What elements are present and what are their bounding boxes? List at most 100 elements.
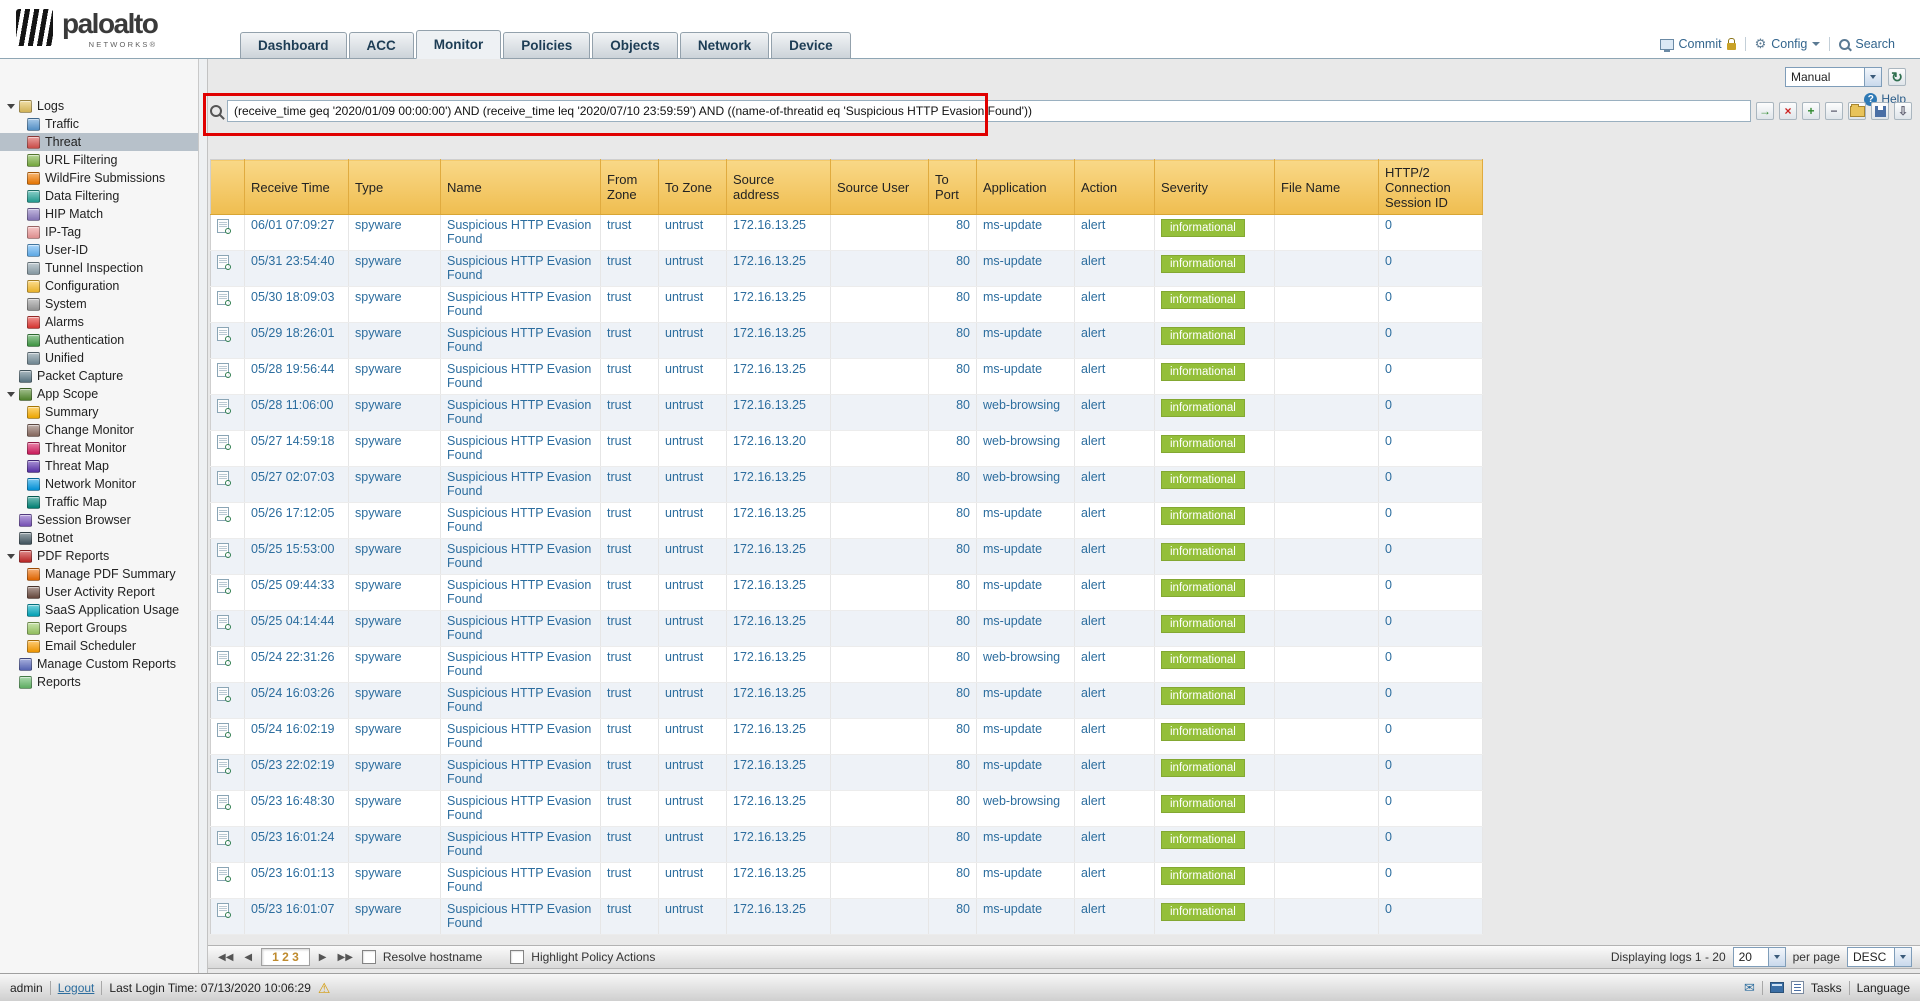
to-zone-value[interactable]: untrust [665,758,703,772]
from-zone-value[interactable]: trust [607,686,631,700]
receive-time-value[interactable]: 05/23 22:02:19 [251,758,334,772]
from-zone-value[interactable]: trust [607,362,631,376]
tab-device[interactable]: Device [771,32,851,59]
name-value[interactable]: Suspicious HTTP Evasion Found [447,650,591,678]
receive-time-value[interactable]: 05/23 16:48:30 [251,794,334,808]
sidebar-item-network-monitor[interactable]: Network Monitor [0,475,198,493]
source-address-value[interactable]: 172.16.13.25 [733,650,806,664]
resolve-hostname-checkbox[interactable] [362,950,376,964]
column-header-to-zone[interactable]: To Zone [659,160,727,215]
column-header-receive-time[interactable]: Receive Time [245,160,349,215]
to-zone-value[interactable]: untrust [665,254,703,268]
source-address-value[interactable]: 172.16.13.25 [733,614,806,628]
action-value[interactable]: alert [1081,686,1105,700]
from-zone-value[interactable]: trust [607,506,631,520]
to-port-value[interactable]: 80 [956,686,970,700]
sidebar-item-data-filtering[interactable]: Data Filtering [0,187,198,205]
http2-session-id-value[interactable]: 0 [1385,902,1392,916]
source-address-value[interactable]: 172.16.13.25 [733,218,806,232]
log-detail-icon[interactable] [217,471,229,485]
tab-objects[interactable]: Objects [592,32,678,59]
type-value[interactable]: spyware [355,362,402,376]
application-value[interactable]: ms-update [983,830,1042,844]
log-detail-icon[interactable] [217,759,229,773]
type-value[interactable]: spyware [355,758,402,772]
to-port-value[interactable]: 80 [956,902,970,916]
application-value[interactable]: ms-update [983,326,1042,340]
from-zone-value[interactable]: trust [607,326,631,340]
to-port-value[interactable]: 80 [956,470,970,484]
source-address-value[interactable]: 172.16.13.25 [733,506,806,520]
sidebar-item-saas-application-usage[interactable]: SaaS Application Usage [0,601,198,619]
to-port-value[interactable]: 80 [956,218,970,232]
name-value[interactable]: Suspicious HTTP Evasion Found [447,362,591,390]
tab-dashboard[interactable]: Dashboard [240,32,347,59]
column-header-source-address[interactable]: Source address [727,160,831,215]
log-detail-icon[interactable] [217,687,229,701]
action-value[interactable]: alert [1081,866,1105,880]
http2-session-id-value[interactable]: 0 [1385,326,1392,340]
application-value[interactable]: ms-update [983,254,1042,268]
type-value[interactable]: spyware [355,686,402,700]
action-value[interactable]: alert [1081,434,1105,448]
log-detail-icon[interactable] [217,219,229,233]
from-zone-value[interactable]: trust [607,722,631,736]
to-port-value[interactable]: 80 [956,254,970,268]
receive-time-value[interactable]: 05/26 17:12:05 [251,506,334,520]
sidebar-item-ip-tag[interactable]: IP-Tag [0,223,198,241]
sidebar-item-user-activity-report[interactable]: User Activity Report [0,583,198,601]
receive-time-value[interactable]: 05/24 16:02:19 [251,722,334,736]
log-detail-icon[interactable] [217,543,229,557]
receive-time-value[interactable]: 05/28 11:06:00 [251,398,333,412]
sidebar-item-packet-capture[interactable]: Packet Capture [0,367,198,385]
http2-session-id-value[interactable]: 0 [1385,614,1392,628]
http2-session-id-value[interactable]: 0 [1385,650,1392,664]
action-value[interactable]: alert [1081,218,1105,232]
to-zone-value[interactable]: untrust [665,830,703,844]
application-value[interactable]: web-browsing [983,434,1060,448]
export-logs-button[interactable]: ⇩ [1894,102,1912,120]
receive-time-value[interactable]: 05/30 18:09:03 [251,290,334,304]
action-value[interactable]: alert [1081,470,1105,484]
to-zone-value[interactable]: untrust [665,866,703,880]
from-zone-value[interactable]: trust [607,758,631,772]
http2-session-id-value[interactable]: 0 [1385,794,1392,808]
type-value[interactable]: spyware [355,902,402,916]
action-value[interactable]: alert [1081,398,1105,412]
action-value[interactable]: alert [1081,254,1105,268]
sidebar-item-authentication[interactable]: Authentication [0,331,198,349]
to-zone-value[interactable]: untrust [665,506,703,520]
refresh-button[interactable]: ↻ [1888,68,1906,86]
to-port-value[interactable]: 80 [956,326,970,340]
name-value[interactable]: Suspicious HTTP Evasion Found [447,506,591,534]
sidebar-item-session-browser[interactable]: Session Browser [0,511,198,529]
column-header-source-user[interactable]: Source User [831,160,929,215]
from-zone-value[interactable]: trust [607,434,631,448]
sidebar-item-wildfire-submissions[interactable]: WildFire Submissions [0,169,198,187]
sidebar-item-traffic-map[interactable]: Traffic Map [0,493,198,511]
receive-time-value[interactable]: 05/27 14:59:18 [251,434,334,448]
name-value[interactable]: Suspicious HTTP Evasion Found [447,578,591,606]
receive-time-value[interactable]: 05/27 02:07:03 [251,470,334,484]
http2-session-id-value[interactable]: 0 [1385,506,1392,520]
source-address-value[interactable]: 172.16.13.25 [733,578,806,592]
application-value[interactable]: ms-update [983,614,1042,628]
sidebar-item-tunnel-inspection[interactable]: Tunnel Inspection [0,259,198,277]
name-value[interactable]: Suspicious HTTP Evasion Found [447,398,591,426]
log-detail-icon[interactable] [217,903,229,917]
from-zone-value[interactable]: trust [607,902,631,916]
application-value[interactable]: web-browsing [983,650,1060,664]
clear-filter-button[interactable]: × [1779,102,1797,120]
application-value[interactable]: web-browsing [983,470,1060,484]
source-address-value[interactable]: 172.16.13.25 [733,902,806,916]
source-address-value[interactable]: 172.16.13.25 [733,758,806,772]
warning-icon[interactable]: ⚠ [318,981,331,995]
application-value[interactable]: ms-update [983,866,1042,880]
column-header-http-2-connection-session-id[interactable]: HTTP/2 Connection Session ID [1379,160,1483,215]
to-zone-value[interactable]: untrust [665,794,703,808]
log-detail-icon[interactable] [217,579,229,593]
receive-time-value[interactable]: 06/01 07:09:27 [251,218,334,232]
receive-time-value[interactable]: 05/24 22:31:26 [251,650,334,664]
type-value[interactable]: spyware [355,218,402,232]
column-header-detail[interactable] [211,160,245,215]
